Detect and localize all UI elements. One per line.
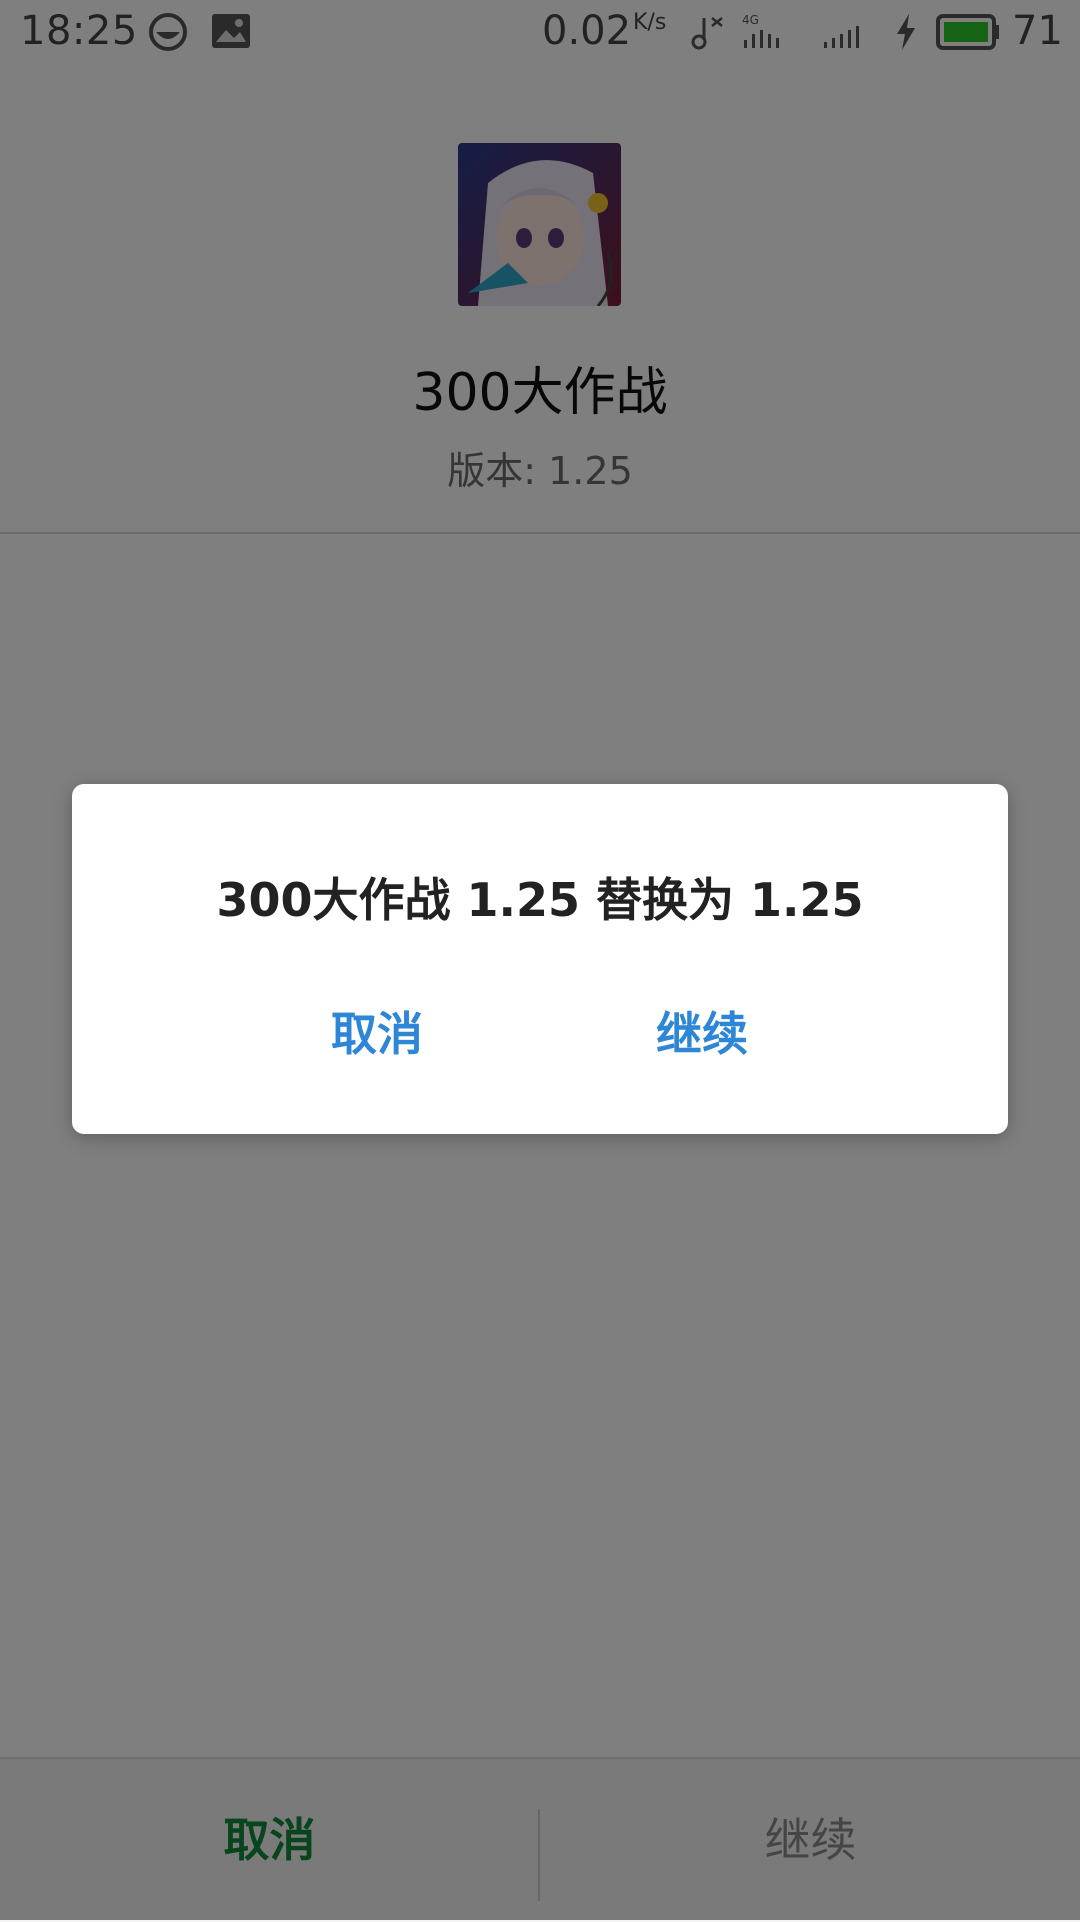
- dialog-message: 300大作战 1.25 替换为 1.25: [216, 873, 864, 927]
- replace-confirm-dialog: 300大作战 1.25 替换为 1.25 取消 继续: [72, 784, 1008, 1134]
- dialog-cancel-button[interactable]: 取消: [257, 984, 497, 1084]
- dialog-continue-button[interactable]: 继续: [582, 984, 822, 1084]
